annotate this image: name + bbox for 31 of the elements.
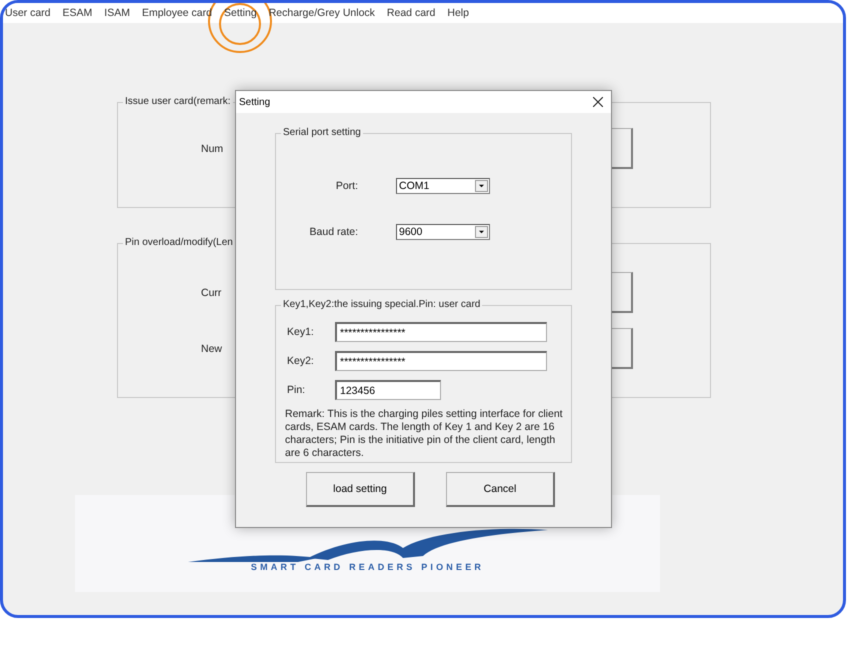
caret-icon: [475, 180, 488, 192]
field-label: Curr: [201, 286, 222, 298]
dropdown[interactable]: 9600: [396, 224, 490, 240]
remark-text: Remark: This is the charging piles setting interface for client cards, ESAM cards. The length of Key 1 and Key 2 are 16 characters; Pin is the initiative pin of the client card, length are 6 characters.: [285, 408, 563, 460]
menu-item[interactable]: ESAM: [62, 7, 92, 19]
dropdown[interactable]: COM1: [396, 178, 490, 194]
caret-icon: [475, 226, 488, 238]
group-legend: Issue user card(remark:: [123, 96, 233, 107]
menu-item[interactable]: Read card: [386, 7, 436, 19]
dialog-title: Setting: [239, 96, 270, 108]
field-label: Pin:: [286, 384, 306, 396]
field-label: New: [201, 342, 222, 354]
menu-item[interactable]: User card: [5, 7, 51, 19]
logo-tagline: SMART CARD READERS PIONEER: [250, 562, 484, 572]
menu-item[interactable]: ISAM: [104, 7, 130, 19]
input-field[interactable]: ****************: [335, 322, 547, 342]
field-label: Key1:: [286, 326, 315, 338]
group-legend: Serial port setting: [281, 127, 363, 138]
field-label: Port:: [336, 180, 358, 192]
close-icon[interactable]: [593, 97, 603, 107]
input-field[interactable]: 123456: [335, 380, 441, 400]
field-label: Baud rate:: [310, 226, 358, 238]
menu-item[interactable]: Help: [447, 7, 469, 19]
dialog-button[interactable]: Cancel: [446, 472, 555, 507]
input-field[interactable]: ****************: [335, 351, 547, 371]
logo-swoosh-icon: [188, 528, 548, 562]
group-legend: Pin overload/modify(Len: [123, 237, 235, 248]
field-label: Num: [201, 142, 224, 154]
group-legend: Key1,Key2:the issuing special.Pin: user card: [281, 299, 482, 310]
field-label: Key2:: [286, 355, 315, 367]
dialog-button[interactable]: load setting: [306, 472, 415, 507]
